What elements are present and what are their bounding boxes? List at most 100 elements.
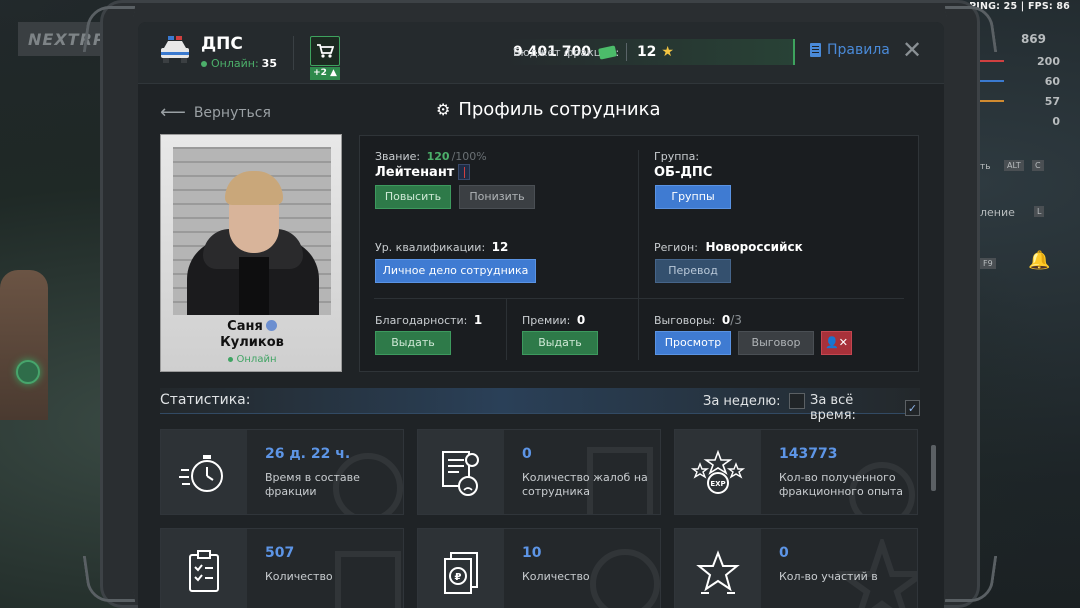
all-time-checkbox[interactable]: ✓ — [904, 400, 920, 416]
document-icon — [810, 43, 821, 57]
gear-icon: ⚙ — [436, 100, 451, 119]
coin-watermark-icon — [590, 549, 660, 608]
complaint-icon — [418, 430, 504, 514]
statistics-bar: Статистика: За неделю: За всё время: ✓ — [160, 388, 920, 423]
fire-employee-button[interactable]: 👤✕ — [821, 331, 852, 355]
rules-link[interactable]: Правила — [810, 42, 890, 58]
divider — [506, 298, 507, 360]
shop-button[interactable] — [310, 36, 340, 66]
back-button[interactable]: ⟵ Вернуться — [160, 102, 271, 123]
hud-hint: ть — [980, 162, 991, 172]
stat-card-time: 26 д. 22 ч. Время в составе фракции — [160, 429, 404, 515]
hud-key: ALT — [1004, 160, 1024, 171]
online-dot-icon — [227, 356, 233, 362]
hud-hint: ление — [980, 206, 1015, 219]
hud-bar — [978, 80, 1004, 82]
arrow-left-icon: ⟵ — [160, 102, 186, 123]
give-thanks-button[interactable]: Выдать — [375, 331, 451, 355]
shop-badge: +2 ▲ — [310, 67, 340, 80]
hud-key: L — [1034, 206, 1045, 217]
faction-name: ДПС — [201, 34, 243, 54]
employee-status: Онлайн — [161, 354, 343, 365]
week-checkbox[interactable] — [788, 393, 805, 409]
transfer-button[interactable]: Перевод — [655, 259, 731, 283]
divider — [625, 43, 627, 61]
hud-bar — [978, 100, 1004, 102]
give-reprimand-button[interactable]: Выговор — [738, 331, 814, 355]
region-value: Новороссийск — [705, 240, 803, 254]
reprimand-row: Выговоры: 0/3 — [654, 313, 742, 327]
scrollbar-thumb[interactable] — [931, 445, 936, 491]
qualification-value: 12 — [491, 240, 509, 254]
stopwatch-watermark-icon — [333, 453, 403, 514]
groups-button[interactable]: Группы — [655, 185, 731, 209]
promote-button[interactable]: Повысить — [375, 185, 451, 209]
thanks-label: Благодарности: — [375, 314, 468, 327]
stat-card-exp: EXP 143773 Кол-во полученного фракционно… — [674, 429, 918, 515]
star-icon — [675, 529, 761, 608]
verified-icon — [265, 320, 277, 331]
thanks-row: Благодарности: 1 — [375, 313, 482, 327]
statistics-title: Статистика: — [160, 392, 251, 408]
give-bonus-button[interactable]: Выдать — [522, 331, 598, 355]
map-marker-icon — [16, 360, 40, 384]
stat-value: 143773 — [779, 446, 838, 462]
hud-stat: 869 — [1020, 32, 1046, 46]
faction-budget: Бюджет фракции: 9 401 700 12 ★ — [505, 39, 795, 65]
rank-points: 120 — [426, 150, 450, 163]
star-watermark-icon — [837, 539, 917, 608]
online-count: 35 — [261, 57, 277, 70]
online-indicator: Онлайн: 35 — [201, 57, 277, 70]
personal-file-button[interactable]: Личное дело сотрудника — [375, 259, 536, 283]
hud-right-panel: 869 200 60 57 0 ть ALT C ление L F9 🔔 — [978, 28, 1074, 288]
stat-card-complaints: 0 Количество жалоб на сотрудника — [417, 429, 661, 515]
faction-panel: ДПС Онлайн: 35 +2 ▲ Бюджет фракции: 9 401… — [138, 22, 944, 608]
employee-first-name: Саня — [227, 319, 263, 334]
stat-card-fines: ₽ 10 Количество — [417, 528, 661, 608]
clipboard-watermark-icon — [335, 551, 401, 608]
hud-stat: 200 — [1037, 55, 1060, 68]
rank-max: /100% — [451, 150, 487, 163]
hud-stat: 0 — [1052, 115, 1060, 128]
reprimand-max: /3 — [730, 313, 742, 327]
rules-label: Правила — [827, 42, 890, 58]
bonus-label: Премии: — [522, 314, 571, 327]
view-reprimands-button[interactable]: Просмотр — [655, 331, 731, 355]
svg-text:₽: ₽ — [455, 572, 462, 583]
divider — [638, 298, 639, 360]
qualification-row: Ур. квалификации: 12 — [375, 240, 508, 254]
bell-icon[interactable]: 🔔 — [1028, 250, 1050, 271]
rank-name: Лейтенант — [375, 165, 455, 180]
panel-header: ДПС Онлайн: 35 +2 ▲ Бюджет фракции: 9 401… — [138, 22, 944, 84]
employee-info-panel: Звание: 120/100% Лейтенант Повысить Пони… — [359, 135, 919, 372]
stat-value: 0 — [522, 446, 532, 462]
hud-key: C — [1032, 160, 1044, 171]
clipboard-icon — [161, 529, 247, 608]
stopwatch-icon — [161, 430, 247, 514]
remove-user-icon: 👤✕ — [825, 336, 848, 349]
region-label: Регион: — [654, 241, 698, 254]
week-filter[interactable]: За неделю: — [703, 393, 805, 409]
document-watermark-icon — [587, 447, 653, 514]
close-button[interactable]: ✕ — [901, 38, 923, 62]
employee-last-name: Куликов — [220, 335, 284, 350]
svg-text:EXP: EXP — [710, 480, 725, 488]
demote-button[interactable]: Понизить — [459, 185, 535, 209]
fine-icon: ₽ — [418, 529, 504, 608]
close-icon: ✕ — [901, 36, 923, 64]
reprimand-label: Выговоры: — [654, 314, 716, 327]
stars-value: 12 — [636, 44, 657, 60]
hud-bar — [978, 60, 1004, 62]
divider — [374, 298, 904, 299]
rank-insignia-icon — [458, 164, 470, 180]
background-character — [0, 270, 48, 420]
thanks-value: 1 — [473, 313, 483, 327]
shop-badge-count: +2 — [313, 68, 327, 78]
stat-value: 0 — [779, 545, 789, 561]
all-time-filter[interactable]: За всё время: ✓ — [810, 393, 920, 423]
checkmark-icon: ✓ — [907, 401, 918, 415]
cart-icon — [317, 44, 334, 58]
employee-photo — [173, 147, 331, 315]
hud-stat: 60 — [1044, 75, 1060, 88]
hud-key: F9 — [980, 258, 996, 269]
